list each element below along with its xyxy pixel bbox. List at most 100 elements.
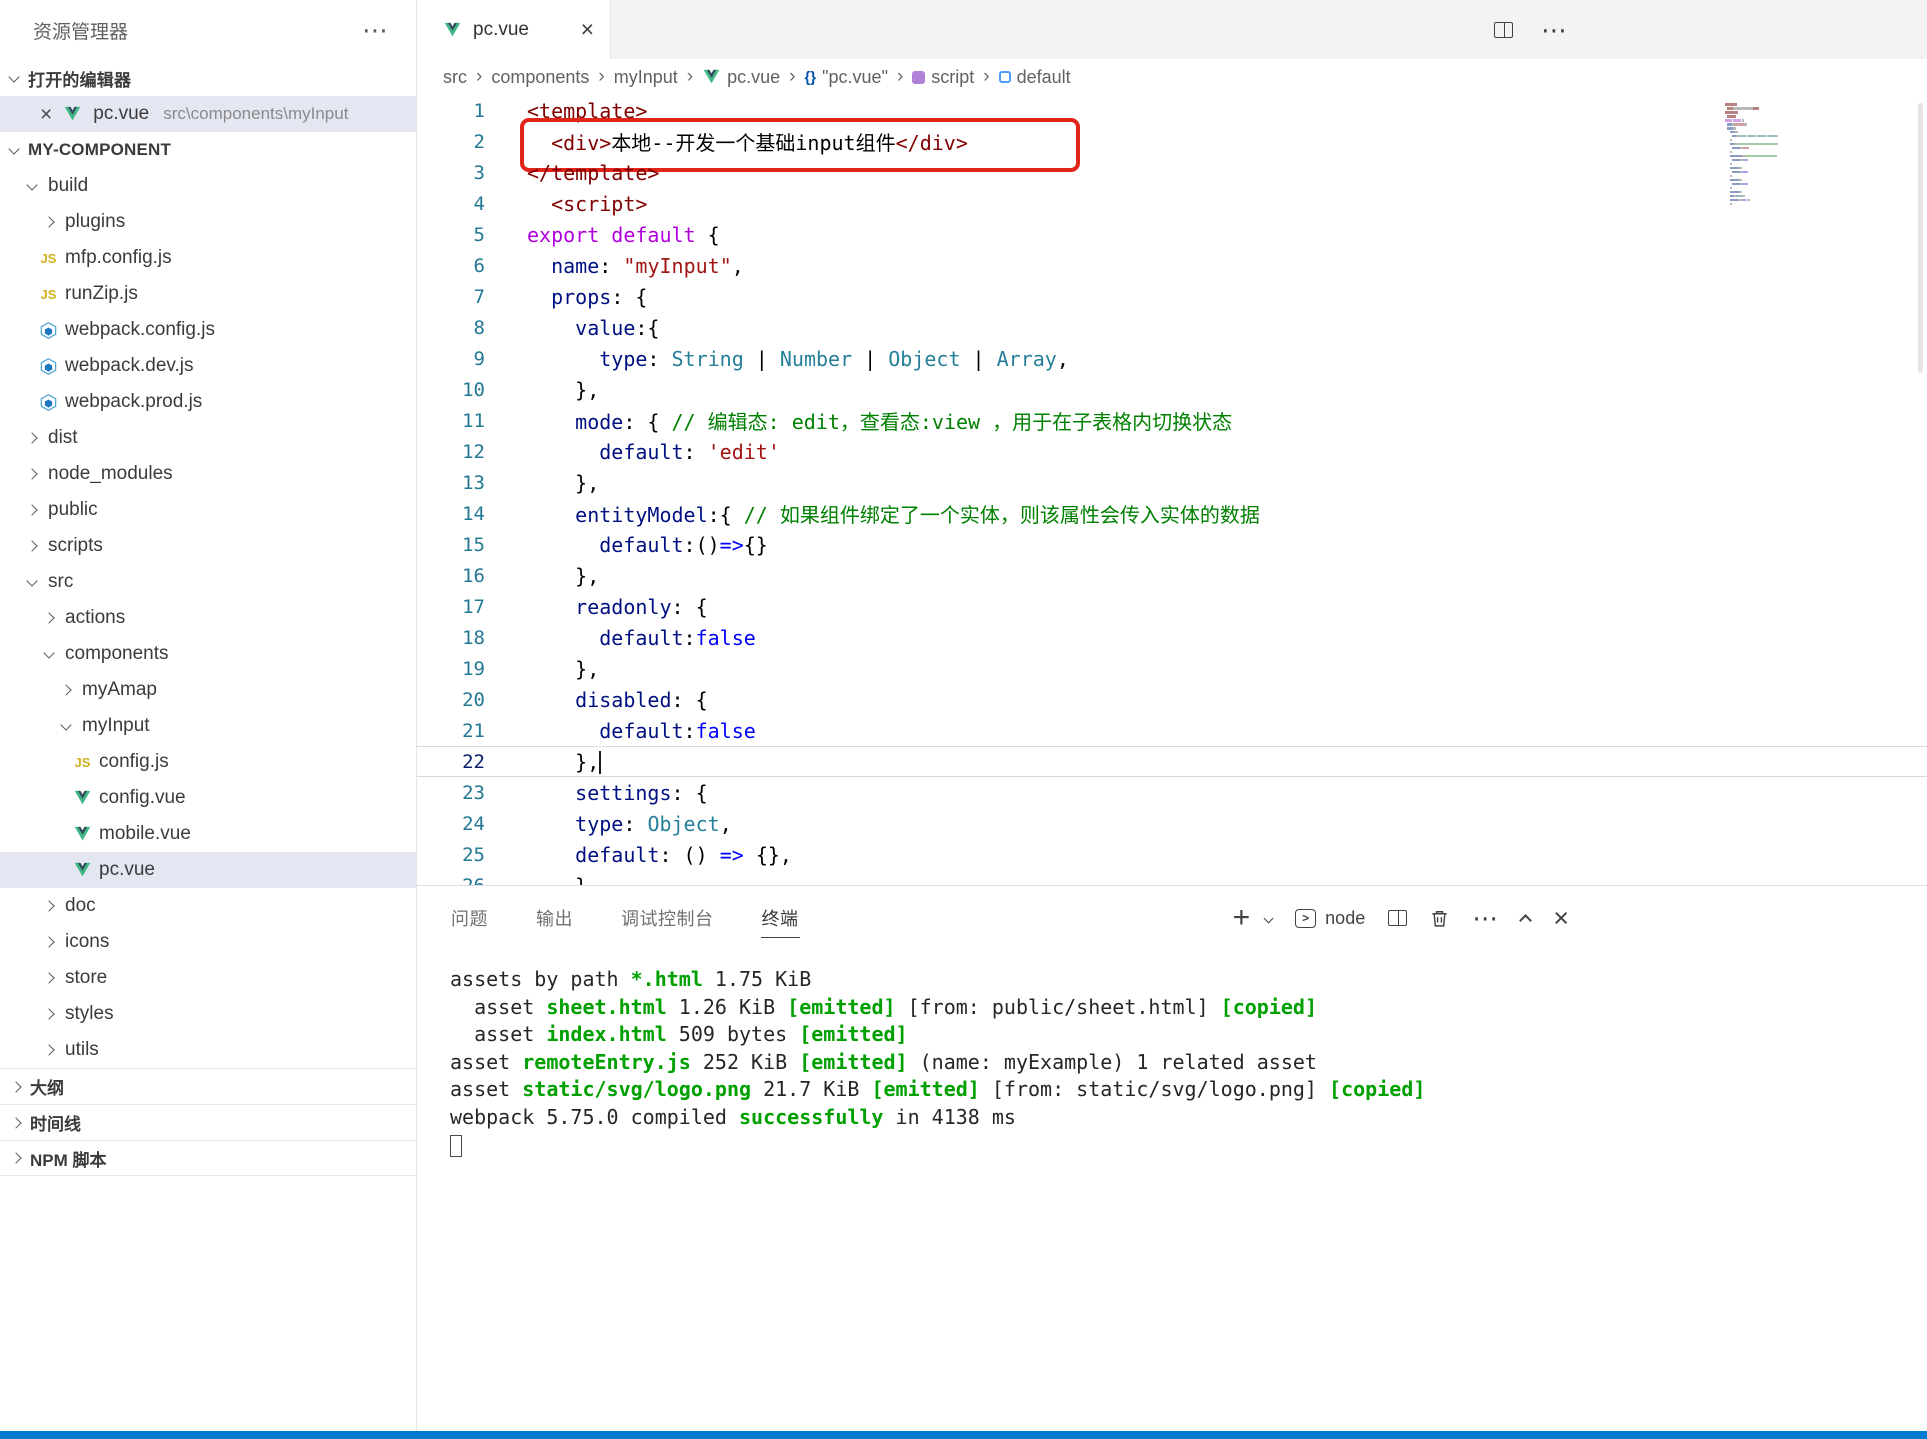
maximize-panel-icon[interactable]	[1519, 914, 1532, 927]
sidebar-section-outline[interactable]: 大纲	[0, 1068, 416, 1104]
tree-item-webpack-config-js[interactable]: webpack.config.js	[0, 312, 416, 348]
sidebar-section-npm-scripts[interactable]: NPM 脚本	[0, 1140, 416, 1176]
code-line-3[interactable]: 3</template>	[417, 157, 1927, 188]
code-line-24[interactable]: 24 type: Object,	[417, 808, 1927, 839]
tree-item-mobile-vue[interactable]: mobile.vue	[0, 816, 416, 852]
tree-item-node_modules[interactable]: node_modules	[0, 456, 416, 492]
tree-item-src[interactable]: src	[0, 564, 416, 600]
tree-item-dist[interactable]: dist	[0, 420, 416, 456]
status-bar[interactable]	[0, 1431, 1927, 1439]
tree-item-mfp-config-js[interactable]: JSmfp.config.js	[0, 240, 416, 276]
tree-item-myInput[interactable]: myInput	[0, 708, 416, 744]
tree-item-runZip-js[interactable]: JSrunZip.js	[0, 276, 416, 312]
editor-scrollbar[interactable]	[1918, 103, 1923, 373]
tree-item-scripts[interactable]: scripts	[0, 528, 416, 564]
project-section-header[interactable]: MY-COMPONENT	[0, 132, 416, 168]
tree-item-config-js[interactable]: JSconfig.js	[0, 744, 416, 780]
open-editors-section-header[interactable]: 打开的编辑器	[0, 60, 416, 96]
code-line-8[interactable]: 8 value:{	[417, 312, 1927, 343]
close-tab-icon[interactable]: ×	[581, 18, 594, 41]
panel-tab-problems[interactable]: 问题	[450, 899, 489, 938]
tree-item-components[interactable]: components	[0, 636, 416, 672]
explorer-more-actions-icon[interactable]: ⋯	[362, 17, 388, 43]
code-line-9[interactable]: 9 type: String | Number | Object | Array…	[417, 343, 1927, 374]
code-line-20[interactable]: 20 disabled: {	[417, 684, 1927, 715]
breadcrumb-script[interactable]: script	[912, 67, 974, 88]
line-number: 6	[417, 255, 485, 277]
close-icon[interactable]: ×	[40, 104, 52, 125]
tree-item-build[interactable]: build	[0, 168, 416, 204]
explorer-sidebar: 资源管理器 ⋯ 打开的编辑器 × pc.vue src\components\m…	[0, 0, 417, 1431]
tree-item-myAmap[interactable]: myAmap	[0, 672, 416, 708]
tree-item-webpack-dev-js[interactable]: webpack.dev.js	[0, 348, 416, 384]
tree-item-utils[interactable]: utils	[0, 1032, 416, 1068]
breadcrumb-default[interactable]: default	[999, 67, 1071, 88]
tree-item-actions[interactable]: actions	[0, 600, 416, 636]
tree-item-label: myInput	[82, 715, 150, 737]
panel-tab-debug-console[interactable]: 调试控制台	[620, 899, 715, 938]
vue-file-icon	[73, 825, 92, 844]
code-line-2[interactable]: 2 <div>本地--开发一个基础input组件</div>	[417, 126, 1927, 157]
split-editor-icon[interactable]	[1494, 22, 1513, 38]
panel-more-actions-icon[interactable]: ⋯	[1472, 905, 1498, 931]
code-line-4[interactable]: 4 <script>	[417, 188, 1927, 219]
code-line-10[interactable]: 10 },	[417, 374, 1927, 405]
code-line-18[interactable]: 18 default:false	[417, 622, 1927, 653]
code-line-12[interactable]: 12 default: 'edit'	[417, 436, 1927, 467]
breadcrumb-src[interactable]: src	[443, 67, 467, 88]
tree-item-styles[interactable]: styles	[0, 996, 416, 1032]
terminal-shell-badge[interactable]: > node	[1295, 908, 1365, 929]
panel-tab-output[interactable]: 输出	[535, 899, 574, 938]
tree-item-label: webpack.config.js	[65, 319, 215, 341]
code-line-1[interactable]: 1<template>	[417, 95, 1927, 126]
terminal-output[interactable]: assets by path *.html 1.75 KiB asset she…	[417, 950, 1927, 1159]
code-line-22[interactable]: 22 },	[417, 746, 1927, 777]
code-line-16[interactable]: 16 },	[417, 560, 1927, 591]
tree-item-store[interactable]: store	[0, 960, 416, 996]
terminal-profile-dropdown-icon[interactable]	[1264, 913, 1274, 923]
close-panel-icon[interactable]: ×	[1553, 905, 1569, 932]
editor-more-actions-icon[interactable]: ⋯	[1541, 17, 1567, 43]
code-line-5[interactable]: 5export default {	[417, 219, 1927, 250]
tree-item-public[interactable]: public	[0, 492, 416, 528]
breadcrumb-myInput[interactable]: myInput	[614, 67, 678, 88]
tree-item-config-vue[interactable]: config.vue	[0, 780, 416, 816]
code-line-25[interactable]: 25 default: () => {},	[417, 839, 1927, 870]
open-editor-item[interactable]: × pc.vue src\components\myInput	[0, 96, 416, 132]
new-terminal-icon[interactable]: +	[1233, 903, 1251, 933]
breadcrumb-components[interactable]: components	[491, 67, 589, 88]
module-symbol-icon	[912, 71, 925, 84]
code-lines: 1<template>2 <div>本地--开发一个基础input组件</div…	[417, 95, 1927, 885]
terminal-line: webpack 5.75.0 compiled successfully in …	[450, 1104, 1927, 1132]
js-file-icon: JS	[39, 249, 58, 268]
code-editor[interactable]: 1<template>2 <div>本地--开发一个基础input组件</div…	[417, 95, 1927, 885]
tree-item-doc[interactable]: doc	[0, 888, 416, 924]
tree-item-pc-vue[interactable]: pc.vue	[0, 852, 416, 888]
code-line-13[interactable]: 13 },	[417, 467, 1927, 498]
tree-item-webpack-prod-js[interactable]: webpack.prod.js	[0, 384, 416, 420]
line-number: 21	[417, 720, 485, 742]
code-line-17[interactable]: 17 readonly: {	[417, 591, 1927, 622]
kill-terminal-icon[interactable]	[1430, 909, 1449, 928]
minimap[interactable]	[1725, 103, 1865, 207]
tab-pc-vue[interactable]: pc.vue ×	[417, 0, 611, 59]
minimap-line	[1725, 135, 1865, 138]
split-terminal-icon[interactable]	[1388, 910, 1407, 926]
code-line-19[interactable]: 19 },	[417, 653, 1927, 684]
panel-tab-terminal[interactable]: 终端	[761, 899, 800, 938]
code-line-6[interactable]: 6 name: "myInput",	[417, 250, 1927, 281]
code-line-11[interactable]: 11 mode: { // 编辑态: edit，查看态:view ，用于在子表格…	[417, 405, 1927, 436]
tree-item-icons[interactable]: icons	[0, 924, 416, 960]
code-line-7[interactable]: 7 props: {	[417, 281, 1927, 312]
breadcrumb-label: "pc.vue"	[822, 67, 888, 88]
code-line-21[interactable]: 21 default:false	[417, 715, 1927, 746]
tree-item-plugins[interactable]: plugins	[0, 204, 416, 240]
tree-item-label: components	[65, 643, 169, 665]
code-line-23[interactable]: 23 settings: {	[417, 777, 1927, 808]
code-line-14[interactable]: 14 entityModel:{ // 如果组件绑定了一个实体，则该属性会传入实…	[417, 498, 1927, 529]
sidebar-section-timeline[interactable]: 时间线	[0, 1104, 416, 1140]
breadcrumb-pc-vue-module[interactable]: {}"pc.vue"	[804, 67, 888, 88]
code-line-15[interactable]: 15 default:()=>{}	[417, 529, 1927, 560]
breadcrumb-pc-vue[interactable]: pc.vue	[702, 67, 780, 88]
code-line-26[interactable]: 26 }	[417, 870, 1927, 885]
